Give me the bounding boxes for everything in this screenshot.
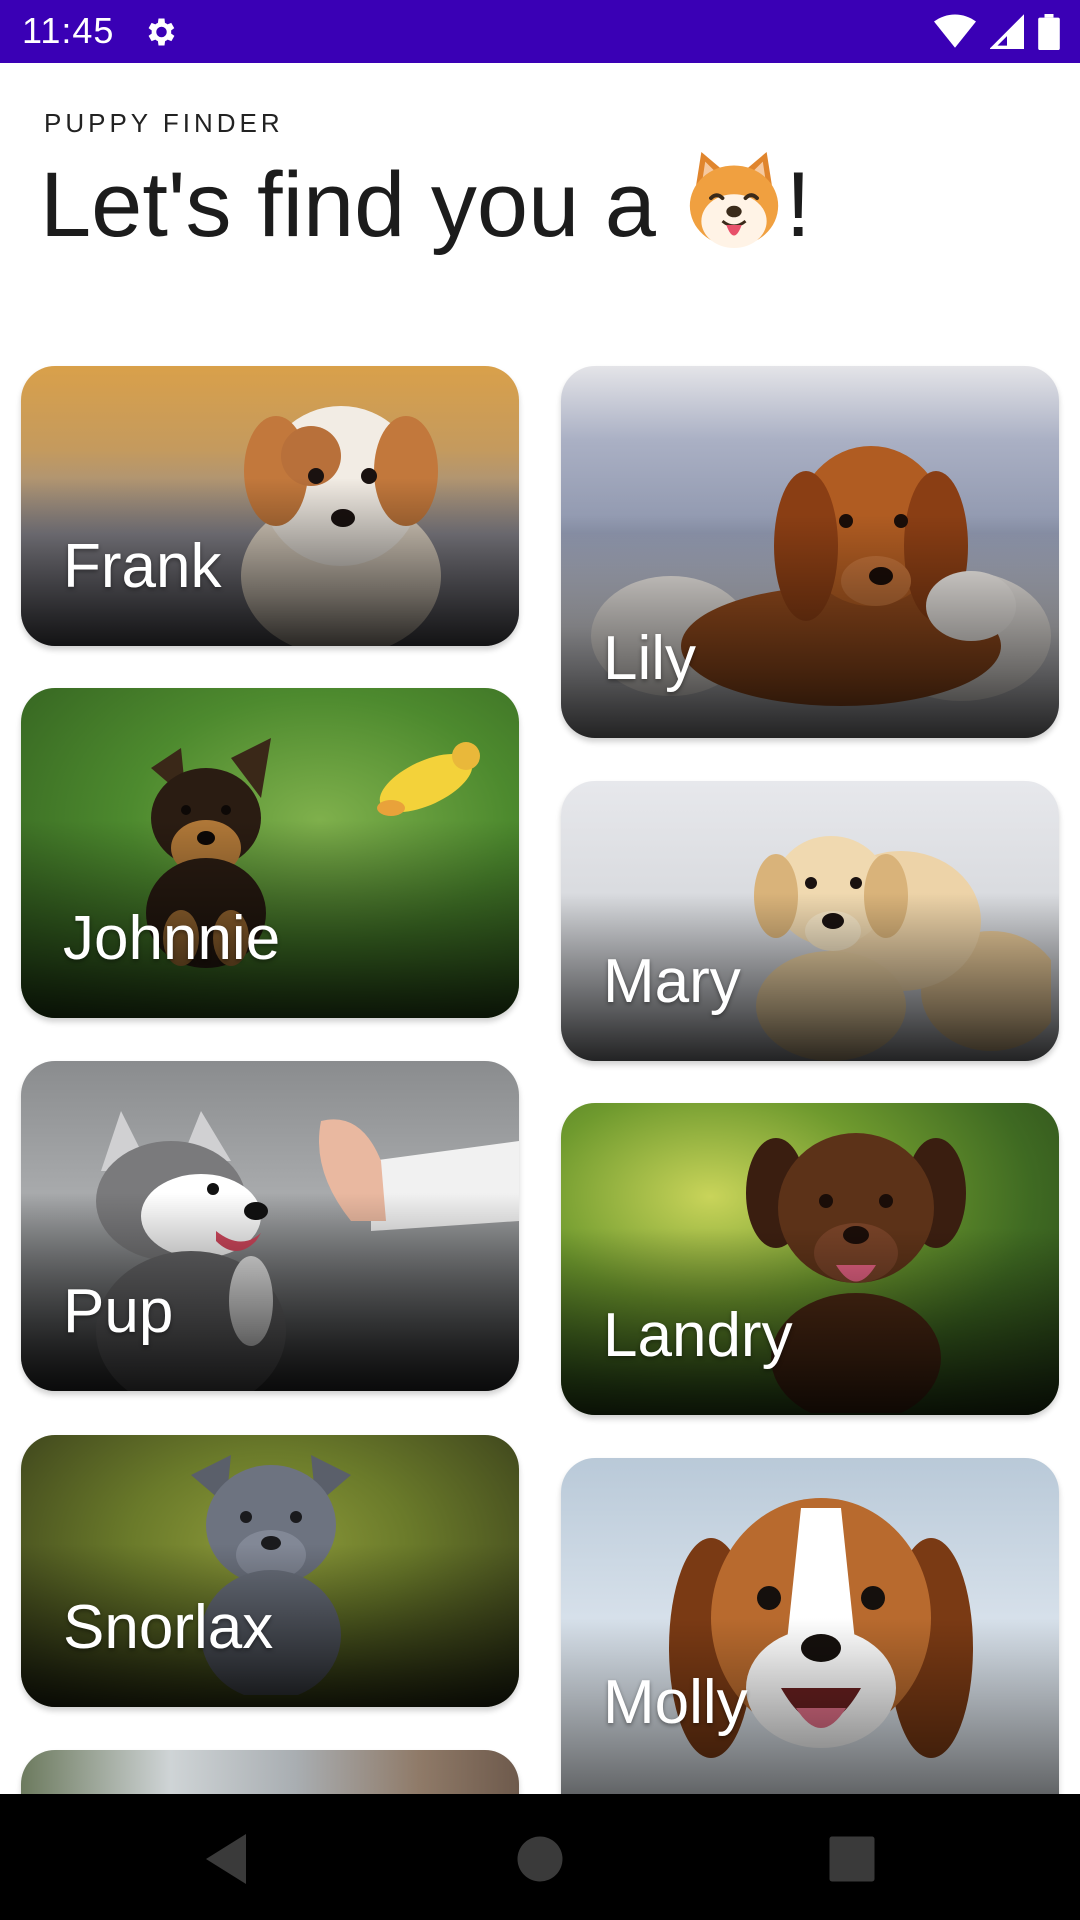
home-icon[interactable] [510, 1829, 570, 1889]
puppy-name: Mary [603, 947, 741, 1016]
puppy-card-lily[interactable]: Lily [561, 366, 1059, 738]
settings-gear-icon [148, 18, 175, 46]
wifi-icon [934, 14, 976, 48]
page-title: Let's find you a ! [40, 150, 811, 258]
puppy-name: Snorlax [63, 1593, 274, 1662]
back-icon[interactable] [196, 1829, 256, 1889]
puppy-card-johnnie[interactable]: Johnnie [21, 688, 519, 1018]
status-time: 11:45 [22, 10, 115, 51]
puppy-name: Pup [63, 1277, 174, 1346]
puppy-card-snorlax[interactable]: Snorlax [21, 1435, 519, 1707]
puppy-card-pup[interactable]: Pup [21, 1061, 519, 1391]
signal-icon [990, 14, 1024, 49]
puppy-card-mary[interactable]: Mary [561, 781, 1059, 1061]
recents-icon[interactable] [822, 1829, 882, 1889]
dog-face-emoji-icon [689, 152, 778, 248]
puppy-name: Landry [603, 1301, 793, 1370]
title-text: Let's find you a [40, 154, 656, 256]
toy-image [377, 742, 480, 816]
puppy-name: Lily [603, 624, 697, 693]
status-bar: 11:45 [0, 0, 1080, 63]
battery-icon [1038, 14, 1060, 50]
app-eyebrow: PUPPY FINDER [44, 108, 284, 138]
puppy-name: Frank [63, 532, 222, 601]
puppy-card-frank[interactable]: Frank [21, 366, 519, 646]
puppy-name: Molly [603, 1668, 748, 1737]
navigation-bar [0, 1794, 1080, 1920]
puppy-name: Johnnie [63, 904, 281, 973]
title-suffix: ! [785, 154, 812, 256]
puppy-card-landry[interactable]: Landry [561, 1103, 1059, 1415]
